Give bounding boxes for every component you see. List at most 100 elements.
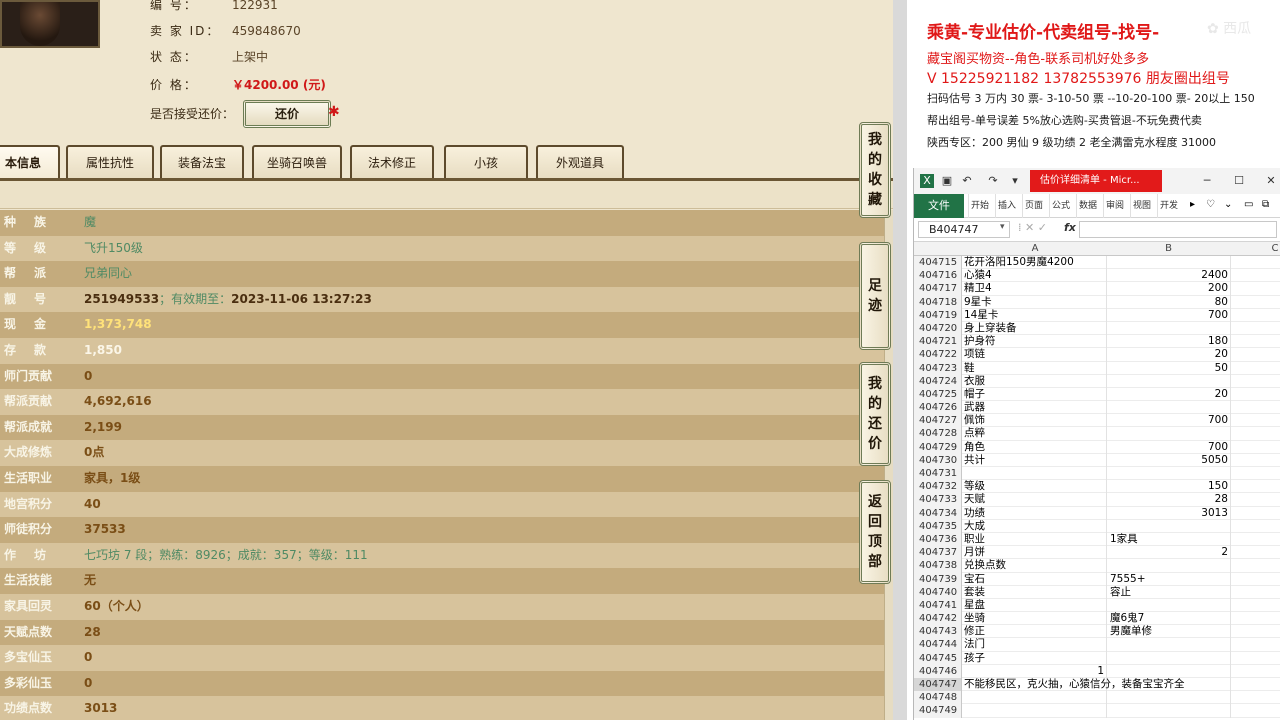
cell-a[interactable]: 花开洛阳150男魔4200: [964, 256, 1106, 269]
row-number[interactable]: 404747: [914, 678, 962, 692]
cell-a[interactable]: 孩子: [964, 652, 1106, 665]
row-number[interactable]: 404736: [914, 532, 962, 547]
sheet-row[interactable]: 404727 佩饰 700: [914, 414, 1280, 428]
name-box[interactable]: B404747: [918, 221, 1010, 238]
cell-a[interactable]: 等级: [964, 480, 1106, 493]
cell-a[interactable]: 9星卡: [964, 296, 1106, 309]
sheet-row[interactable]: 404743 修正 男魔单修: [914, 625, 1280, 639]
row-number[interactable]: 404728: [914, 427, 962, 441]
cell-b[interactable]: 魔6鬼7: [1110, 612, 1228, 625]
row-number[interactable]: 404746: [914, 664, 962, 678]
cell-b[interactable]: 28: [1110, 493, 1228, 506]
cell-a[interactable]: 身上穿装备: [964, 322, 1106, 335]
row-number[interactable]: 404717: [914, 282, 962, 296]
insert-function-icon[interactable]: fx: [1064, 221, 1076, 234]
back-to-top-button[interactable]: 返回顶部: [859, 480, 891, 584]
my-counteroffers-button[interactable]: 我的还价: [859, 362, 891, 466]
cell-b[interactable]: 180: [1110, 335, 1228, 348]
cell-a[interactable]: 法门: [964, 638, 1106, 651]
cell-a[interactable]: 天赋: [964, 493, 1106, 506]
sheet-row[interactable]: 404741 星盘: [914, 598, 1280, 613]
redo-icon[interactable]: ↷: [986, 174, 1000, 188]
row-number[interactable]: 404739: [914, 572, 962, 586]
sheet-row[interactable]: 404733 天赋 28: [914, 493, 1280, 507]
cell-a[interactable]: 修正: [964, 625, 1106, 638]
tab-4[interactable]: 法术修正: [350, 145, 434, 179]
row-number[interactable]: 404720: [914, 321, 962, 336]
cell-b[interactable]: 3013: [1110, 507, 1228, 520]
row-number[interactable]: 404727: [914, 414, 962, 428]
cell-a[interactable]: 衣服: [964, 375, 1106, 388]
cell-a[interactable]: 鞋: [964, 362, 1106, 375]
cell-a[interactable]: 护身符: [964, 335, 1106, 348]
cell-b[interactable]: 20: [1110, 388, 1228, 401]
sheet-row[interactable]: 404730 共计 5050: [914, 453, 1280, 467]
sheet-row[interactable]: 404732 等级 150: [914, 480, 1280, 494]
cell-a[interactable]: 功绩: [964, 507, 1106, 520]
row-number[interactable]: 404733: [914, 493, 962, 507]
sheet-row[interactable]: 404746 1: [914, 664, 1280, 678]
cell-b[interactable]: 200: [1110, 282, 1228, 295]
cell-a[interactable]: 角色: [964, 441, 1106, 454]
row-number[interactable]: 404741: [914, 598, 962, 613]
sheet-row[interactable]: 404735 大成: [914, 519, 1280, 533]
cell-b[interactable]: 80: [1110, 296, 1228, 309]
cell-b[interactable]: 150: [1110, 480, 1228, 493]
sheet-row[interactable]: 404737 月饼 2: [914, 546, 1280, 560]
row-number[interactable]: 404743: [914, 625, 962, 639]
column-header-c[interactable]: C: [1269, 242, 1280, 256]
row-number[interactable]: 404749: [914, 704, 962, 718]
row-number[interactable]: 404735: [914, 519, 962, 533]
cell-b[interactable]: 50: [1110, 362, 1228, 375]
sheet-row[interactable]: 404734 功绩 3013: [914, 506, 1280, 520]
tab-2[interactable]: 装备法宝: [160, 145, 244, 179]
row-number[interactable]: 404723: [914, 361, 962, 375]
cell-a[interactable]: 不能移民区，克火抽，心猿信分，装备宝宝齐全: [964, 678, 1185, 691]
cell-a[interactable]: 套装: [964, 586, 1106, 599]
quick-access-menu-icon[interactable]: ▾: [1008, 174, 1022, 188]
sheet-row[interactable]: 404723 鞋 50: [914, 361, 1280, 375]
ribbon-tab-2[interactable]: 页面: [1022, 194, 1045, 218]
row-number[interactable]: 404738: [914, 559, 962, 573]
sheet-row[interactable]: 404716 心猿4 2400: [914, 269, 1280, 283]
row-number[interactable]: 404729: [914, 440, 962, 454]
row-number[interactable]: 404730: [914, 453, 962, 467]
sheet-row[interactable]: 404747 不能移民区，克火抽，心猿信分，装备宝宝齐全: [914, 678, 1280, 692]
ribbon-tab-6[interactable]: 视图: [1130, 194, 1153, 218]
sheet-row[interactable]: 404739 宝石 7555+: [914, 572, 1280, 586]
cell-a[interactable]: 项链: [964, 348, 1106, 361]
ribbon-tab-4[interactable]: 数据: [1076, 194, 1099, 218]
ribbon-restore-icon[interactable]: ⧉: [1262, 199, 1269, 210]
cell-b[interactable]: 男魔单修: [1110, 625, 1228, 638]
row-number[interactable]: 404719: [914, 308, 962, 322]
row-number[interactable]: 404716: [914, 269, 962, 283]
cell-a[interactable]: 大成: [964, 520, 1106, 533]
maximize-icon[interactable]: ☐: [1232, 174, 1246, 188]
sheet-row[interactable]: 404719 14星卡 700: [914, 308, 1280, 322]
cell-a[interactable]: 精卫4: [964, 282, 1106, 295]
sheet-row[interactable]: 404720 身上穿装备: [914, 321, 1280, 336]
cell-a[interactable]: 职业: [964, 533, 1106, 546]
file-tab[interactable]: 文件: [914, 194, 964, 218]
cell-b[interactable]: 20: [1110, 348, 1228, 361]
sheet-row[interactable]: 404717 精卫4 200: [914, 282, 1280, 296]
cell-a[interactable]: 兑换点数: [964, 559, 1106, 572]
row-number[interactable]: 404724: [914, 374, 962, 388]
row-number[interactable]: 404737: [914, 546, 962, 560]
column-header-b[interactable]: B: [1107, 242, 1230, 256]
tab-1[interactable]: 属性抗性: [66, 145, 154, 179]
row-number[interactable]: 404725: [914, 387, 962, 402]
row-number[interactable]: 404731: [914, 467, 962, 481]
ribbon-tab-1[interactable]: 插入: [995, 194, 1018, 218]
sheet-row[interactable]: 404725 帽子 20: [914, 387, 1280, 402]
cell-a[interactable]: 宝石: [964, 573, 1106, 586]
row-number[interactable]: 404742: [914, 612, 962, 626]
ribbon-tab-0[interactable]: 开始: [968, 194, 991, 218]
minimize-icon[interactable]: ─: [1200, 174, 1214, 188]
sheet-row[interactable]: 404738 兑换点数: [914, 559, 1280, 573]
row-number[interactable]: 404745: [914, 651, 962, 665]
cell-a[interactable]: 帽子: [964, 388, 1106, 401]
cell-a[interactable]: 点粹: [964, 427, 1106, 440]
tab-6[interactable]: 外观道具: [536, 145, 624, 179]
ribbon-collapse-icon[interactable]: ♡: [1206, 199, 1215, 210]
